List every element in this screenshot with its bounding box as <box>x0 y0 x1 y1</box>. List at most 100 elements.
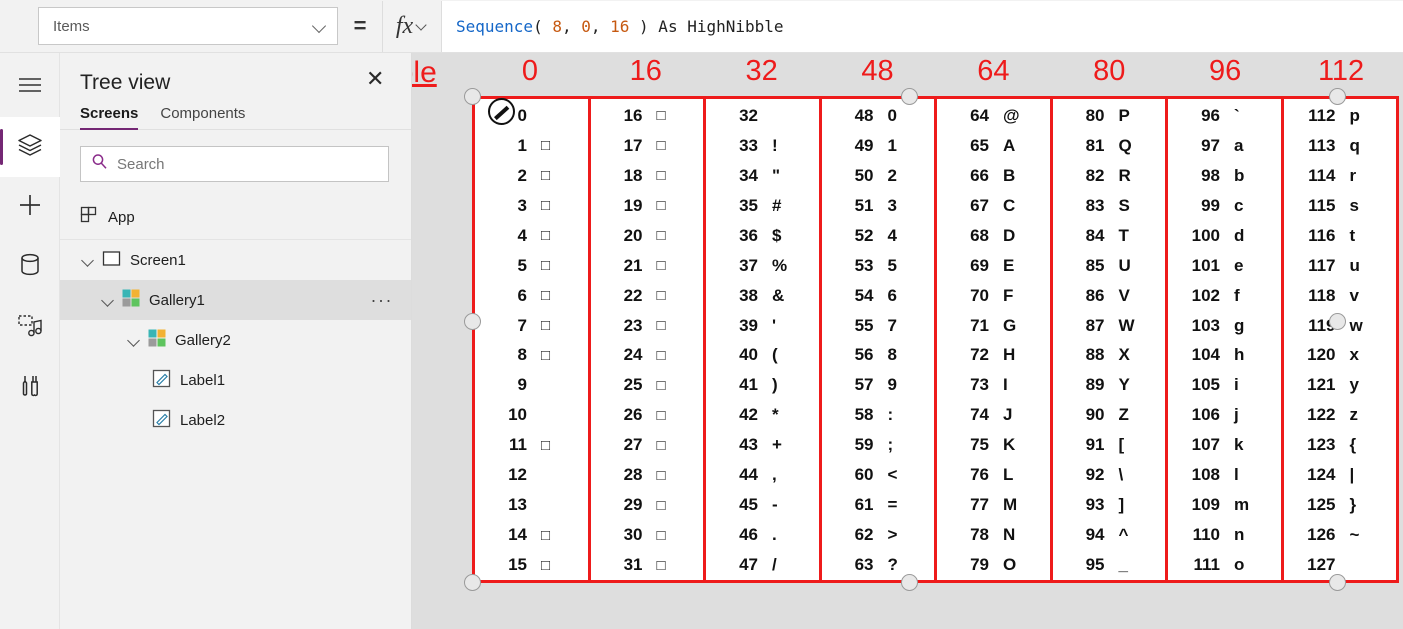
tab-screens[interactable]: Screens <box>80 105 139 130</box>
gallery-row[interactable]: 83 S <box>1053 191 1166 221</box>
gallery-row[interactable]: 97 a <box>1168 131 1281 161</box>
gallery-row[interactable]: 60 < <box>822 460 935 490</box>
gallery-row[interactable]: 37% <box>706 251 819 281</box>
gallery-row[interactable]: 115 s <box>1284 191 1397 221</box>
tree-item-label2[interactable]: Label2 <box>60 400 411 440</box>
gallery-row[interactable]: 84 T <box>1053 221 1166 251</box>
gallery-row[interactable]: 80 P <box>1053 101 1166 131</box>
gallery-row[interactable]: 106 j <box>1168 400 1281 430</box>
gallery-row[interactable]: 13 <box>475 490 588 520</box>
gallery-row[interactable]: 26 □ <box>591 400 704 430</box>
gallery-row[interactable]: 32 <box>706 101 819 131</box>
gallery-row[interactable]: 40 ( <box>706 341 819 371</box>
gallery-row[interactable]: 25 □ <box>591 370 704 400</box>
gallery-row[interactable]: 88 X <box>1053 341 1166 371</box>
gallery-row[interactable]: 74 J <box>937 400 1050 430</box>
gallery-row[interactable]: 29 □ <box>591 490 704 520</box>
gallery-row[interactable]: 85 U <box>1053 251 1166 281</box>
gallery-row[interactable]: 123 { <box>1284 430 1397 460</box>
formula-input[interactable]: Sequence( 8, 0, 16 ) As HighNibble <box>442 0 1403 52</box>
gallery-row[interactable]: 58: <box>822 400 935 430</box>
gallery-row[interactable]: 19 □ <box>591 191 704 221</box>
gallery-row[interactable]: 110 n <box>1168 520 1281 550</box>
rail-item-data[interactable] <box>0 237 60 297</box>
gallery-row[interactable]: 2 □ <box>475 161 588 191</box>
gallery-column[interactable]: 32 33! 34 " 35 #36 $37% 38 & 39 ' 40(41) 42 * 43 +44, 45… <box>706 99 822 580</box>
gallery-row[interactable]: 116 t <box>1284 221 1397 251</box>
gallery-row[interactable]: 49 1 <box>822 131 935 161</box>
resize-handle-top-left[interactable] <box>464 88 481 105</box>
gallery-row[interactable]: 23 □ <box>591 311 704 341</box>
gallery-column[interactable]: 80 P 81 Q 82 R 83 S 84 T 85 U 86 V 87 W 88 X 89 Y 90 Z 91[92 \ 9… <box>1053 99 1168 580</box>
gallery-row[interactable]: 18 □ <box>591 161 704 191</box>
gallery-column[interactable]: 48 0 49 1 50 2 51 3 52 4 53 5 54 6 55 7 56 8 57 9 58:59; 60 <6… <box>822 99 937 580</box>
gallery-row[interactable]: 68 D <box>937 221 1050 251</box>
gallery-row[interactable]: 108 l <box>1168 460 1281 490</box>
gallery-row[interactable]: 39 ' <box>706 311 819 341</box>
gallery-row[interactable]: 66 B <box>937 161 1050 191</box>
gallery-row[interactable]: 55 7 <box>822 311 935 341</box>
gallery1-control[interactable]: 0 1 □ 2 □ 3 □ 4 □ 5 □ 6 □ 7 □ 8 □ 9 10 11 □ 12 13 14 □ 15 □ 16 □ 17 □ 1… <box>472 96 1399 583</box>
gallery-row[interactable]: 46. <box>706 520 819 550</box>
gallery-row[interactable]: 30 □ <box>591 520 704 550</box>
rail-item-tree-view[interactable] <box>0 117 60 177</box>
rail-item-media[interactable] <box>0 297 60 357</box>
gallery-row[interactable]: 105 i <box>1168 370 1281 400</box>
fx-button[interactable]: fx <box>382 0 442 52</box>
gallery-row[interactable]: 120 x <box>1284 341 1397 371</box>
gallery-row[interactable]: 6 □ <box>475 281 588 311</box>
gallery-row[interactable]: 10 <box>475 400 588 430</box>
gallery-row[interactable]: 103 g <box>1168 311 1281 341</box>
tree-item-gallery2[interactable]: Gallery2 <box>60 320 411 360</box>
gallery-row[interactable]: 113 q <box>1284 131 1397 161</box>
gallery-row[interactable]: 125} <box>1284 490 1397 520</box>
resize-handle-bottom-center[interactable] <box>901 574 918 591</box>
rail-item-advanced[interactable] <box>0 357 60 417</box>
gallery-row[interactable]: 14 □ <box>475 520 588 550</box>
gallery-row[interactable]: 67 C <box>937 191 1050 221</box>
gallery-row[interactable]: 99 c <box>1168 191 1281 221</box>
gallery-row[interactable]: 111 o <box>1168 550 1281 580</box>
gallery-row[interactable]: 62 > <box>822 520 935 550</box>
gallery-row[interactable]: 36 $ <box>706 221 819 251</box>
chevron-down-icon[interactable] <box>126 332 142 348</box>
gallery-row[interactable]: 109 m <box>1168 490 1281 520</box>
gallery-row[interactable]: 59; <box>822 430 935 460</box>
gallery-row[interactable]: 89 Y <box>1053 370 1166 400</box>
gallery-row[interactable]: 9 <box>475 370 588 400</box>
gallery-row[interactable]: 61 = <box>822 490 935 520</box>
gallery-column[interactable]: 0 1 □ 2 □ 3 □ 4 □ 5 □ 6 □ 7 □ 8 □ 9 10 11 □ 12 13 14 □ 15 □ <box>475 99 591 580</box>
gallery-row[interactable]: 41) <box>706 370 819 400</box>
gallery-row[interactable]: 33! <box>706 131 819 161</box>
gallery-row[interactable]: 15 □ <box>475 550 588 580</box>
gallery-row[interactable]: 45- <box>706 490 819 520</box>
gallery-row[interactable]: 91 [ <box>1053 430 1166 460</box>
gallery-row[interactable]: 7 □ <box>475 311 588 341</box>
resize-handle-bottom-right[interactable] <box>1329 574 1346 591</box>
gallery-row[interactable]: 65 A <box>937 131 1050 161</box>
gallery-row[interactable]: 107 k <box>1168 430 1281 460</box>
gallery-row[interactable]: 5 □ <box>475 251 588 281</box>
gallery-column[interactable]: 96 ` 97 a 98 b 99 c 100 d 101 e 102 f 103 g 104 h 105 i 106 j… <box>1168 99 1284 580</box>
gallery-row[interactable]: 56 8 <box>822 341 935 371</box>
gallery-row[interactable]: 86 V <box>1053 281 1166 311</box>
gallery-row[interactable]: 118 v <box>1284 281 1397 311</box>
gallery-row[interactable]: 28 □ <box>591 460 704 490</box>
gallery-row[interactable]: 4 □ <box>475 221 588 251</box>
gallery-row[interactable]: 94 ^ <box>1053 520 1166 550</box>
resize-handle-middle-left[interactable] <box>464 313 481 330</box>
gallery-row[interactable]: 81 Q <box>1053 131 1166 161</box>
gallery-row[interactable]: 12 <box>475 460 588 490</box>
gallery-row[interactable]: 38 & <box>706 281 819 311</box>
chevron-down-icon[interactable] <box>80 252 96 268</box>
gallery-row[interactable]: 95 _ <box>1053 550 1166 580</box>
gallery-row[interactable]: 21 □ <box>591 251 704 281</box>
gallery-row[interactable]: 22 □ <box>591 281 704 311</box>
gallery-row[interactable]: 8 □ <box>475 341 588 371</box>
tree-item-screen1[interactable]: Screen1 <box>60 240 411 280</box>
gallery-row[interactable]: 75 K <box>937 430 1050 460</box>
gallery-row[interactable]: 73 I <box>937 370 1050 400</box>
gallery-row[interactable]: 43 + <box>706 430 819 460</box>
gallery-column[interactable]: 16 □ 17 □ 18 □ 19 □ 20 □ 21 □ 22 □ 23 □ 24 □ 25 □ 26 □ 27 □ 28 □ 2… <box>591 99 706 580</box>
gallery-row[interactable]: 87 W <box>1053 311 1166 341</box>
